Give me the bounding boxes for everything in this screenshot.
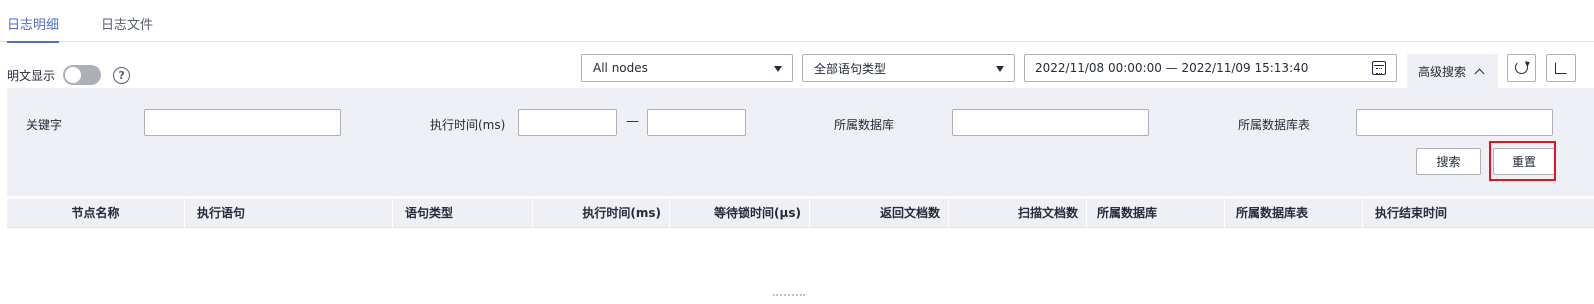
column-end-time[interactable]: 执行结束时间 xyxy=(1363,199,1594,228)
column-table[interactable]: 所属数据库表 xyxy=(1225,199,1363,228)
range-dash: — xyxy=(626,114,639,129)
exec-time-label: 执行时间(ms) xyxy=(430,118,506,132)
date-range-value: 2022/11/08 00:00:00 — 2022/11/09 15:13:4… xyxy=(1035,61,1309,75)
node-select-value: All nodes xyxy=(593,61,648,75)
plaintext-toggle[interactable] xyxy=(63,65,102,85)
toggle-knob xyxy=(65,67,82,83)
tab-log-details[interactable]: 日志明细 xyxy=(7,14,60,43)
database-label: 所属数据库 xyxy=(834,118,895,132)
search-button[interactable]: 搜索 xyxy=(1416,148,1481,175)
empty-state-icon xyxy=(773,294,805,304)
export-icon xyxy=(1555,62,1567,74)
advanced-search-toggle[interactable]: 高级搜索 xyxy=(1407,54,1498,88)
statement-type-value: 全部语句类型 xyxy=(814,61,887,76)
column-database[interactable]: 所属数据库 xyxy=(1087,199,1225,228)
plaintext-toggle-group: 明文显示 ? xyxy=(7,64,131,86)
column-statement-type[interactable]: 语句类型 xyxy=(393,199,533,228)
column-lock-wait[interactable]: 等待锁时间(μs) xyxy=(670,199,810,228)
tab-log-files[interactable]: 日志文件 xyxy=(101,14,153,42)
table-label: 所属数据库表 xyxy=(1238,118,1311,132)
statement-type-select[interactable]: 全部语句类型 xyxy=(802,54,1015,82)
column-scanned-docs[interactable]: 扫描文档数 xyxy=(949,199,1087,228)
table-header: 节点名称 执行语句 语句类型 执行时间(ms) 等待锁时间(μs) 返回文档数 … xyxy=(7,199,1594,228)
node-select[interactable]: All nodes xyxy=(581,54,793,82)
chevron-down-icon xyxy=(996,66,1004,72)
plaintext-label: 明文显示 xyxy=(7,68,56,83)
reset-button[interactable]: 重置 xyxy=(1493,148,1555,175)
refresh-icon xyxy=(1515,61,1528,74)
exec-time-min-input[interactable] xyxy=(518,109,617,136)
date-range-picker[interactable]: 2022/11/08 00:00:00 — 2022/11/09 15:13:4… xyxy=(1024,54,1397,82)
column-exec-time[interactable]: 执行时间(ms) xyxy=(533,199,670,228)
calendar-icon xyxy=(1372,61,1386,75)
keyword-input[interactable] xyxy=(144,109,341,136)
exec-time-max-input[interactable] xyxy=(647,109,746,136)
column-statement[interactable]: 执行语句 xyxy=(185,199,393,228)
column-node-name[interactable]: 节点名称 xyxy=(7,199,185,228)
chevron-down-icon xyxy=(774,66,782,72)
export-button[interactable] xyxy=(1546,54,1576,82)
table-input[interactable] xyxy=(1356,109,1553,136)
tab-bar: 日志明细 日志文件 xyxy=(0,0,1594,43)
advanced-search-label: 高级搜索 xyxy=(1418,64,1467,79)
chevron-up-icon xyxy=(1474,68,1485,78)
keyword-label: 关键字 xyxy=(26,118,63,132)
database-input[interactable] xyxy=(952,109,1149,136)
refresh-button[interactable] xyxy=(1507,54,1536,82)
advanced-search-panel: 关键字 执行时间(ms) — 所属数据库 所属数据库表 搜索 重置 xyxy=(7,88,1594,196)
help-icon[interactable]: ? xyxy=(113,66,131,84)
column-returned-docs[interactable]: 返回文档数 xyxy=(810,199,949,228)
